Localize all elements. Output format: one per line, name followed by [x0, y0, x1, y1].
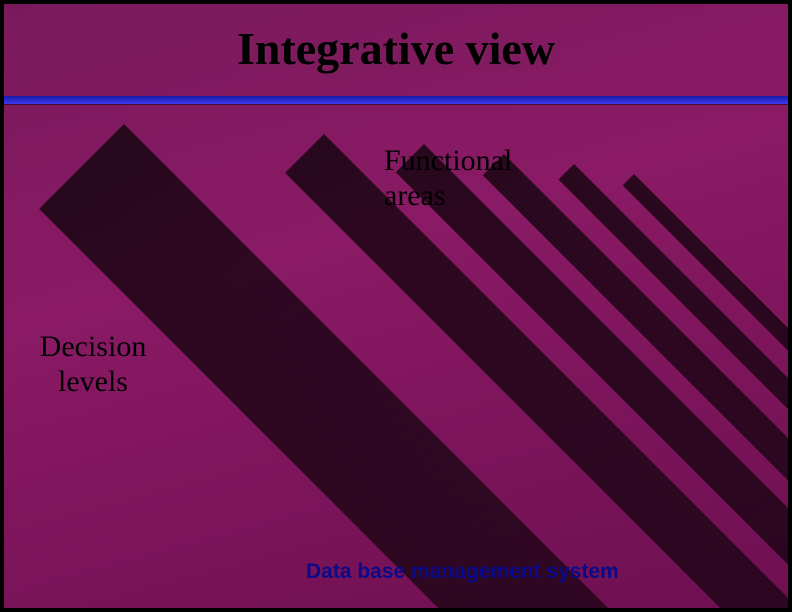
- functional-areas-label: Functional areas: [384, 144, 512, 213]
- text-line: Functional: [384, 144, 512, 179]
- dbms-label: Data base management system: [306, 560, 619, 584]
- text-line: levels: [28, 365, 158, 400]
- text-line: Decision: [28, 330, 158, 365]
- text-line: areas: [384, 179, 512, 214]
- title-underline: [4, 96, 788, 104]
- slide: Integrative view Functional areas Decisi…: [4, 4, 788, 608]
- decision-levels-label: Decision levels: [28, 330, 158, 399]
- slide-title: Integrative view: [4, 22, 788, 75]
